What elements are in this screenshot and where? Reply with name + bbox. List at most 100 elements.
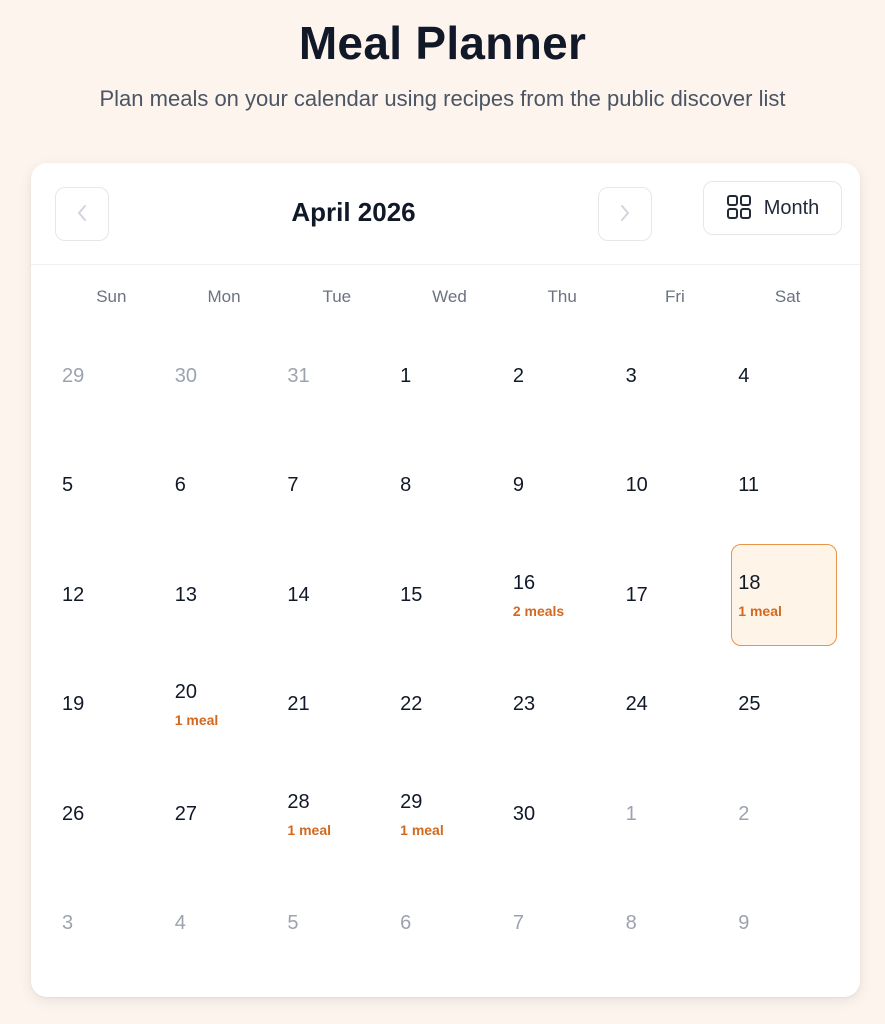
calendar-day-cell[interactable]: 5 [55,431,168,541]
calendar-day-cell[interactable]: 16 2 meals [506,540,619,650]
weekday-label: Sat [774,287,801,306]
day-number: 7 [287,474,299,497]
weekday-header-row: Sun Mon Tue Wed Thu Fri Sat [55,287,844,315]
calendar-day-cell[interactable]: 23 [506,650,619,760]
day-number: 1 [400,364,412,387]
day-number: 28 [287,790,310,813]
calendar-day-cell[interactable]: 6 [168,431,281,541]
calendar-day-cell[interactable]: 1 [393,321,506,431]
calendar-day-cell[interactable]: 29 [55,321,168,431]
calendar-day-cell[interactable]: 5 [280,869,393,979]
meal-count-badge: 1 meal [738,602,782,619]
calendar-day-cell[interactable]: 15 [393,540,506,650]
day-number: 16 [512,571,536,594]
calendar-day-cell[interactable]: 31 [280,321,393,431]
meal-planner-page: Meal Planner Plan meals on your calendar… [0,0,885,1024]
day-number: 14 [287,583,310,606]
calendar-day-cell[interactable]: 12 [55,540,168,650]
view-toggle-button[interactable]: Month [703,181,842,235]
calendar-day-cell[interactable]: 9 [506,431,619,541]
meal-count-badge: 1 meal [174,712,219,729]
calendar-grid: 29 30 31 1 2 3 4 5 6 7 8 9 10 11 12 13 14 15 16 2 meals 17 18… [55,321,844,978]
calendar-day-cell[interactable]: 4 [731,321,844,431]
calendar-header: April 2026 Month [31,163,860,265]
day-number: 2 [738,802,750,825]
day-number: 10 [625,474,648,497]
day-number: 6 [174,474,186,497]
day-number: 8 [625,912,637,935]
grid-icon [726,194,752,223]
previous-month-button[interactable] [55,187,109,241]
page-subtitle: Plan meals on your calendar using recipe… [99,86,786,111]
day-number: 20 [174,681,197,704]
day-number: 26 [62,802,85,825]
calendar-day-cell[interactable]: 4 [168,869,281,979]
next-month-button[interactable] [598,187,652,241]
calendar-day-cell[interactable]: 9 [731,869,844,979]
calendar-day-cell[interactable]: 3 [619,321,732,431]
calendar-day-cell[interactable]: 13 [168,540,281,650]
day-number: 30 [174,364,197,387]
calendar-card: April 2026 Month Sun Mon Tue Wed Thu Fri… [31,163,860,997]
calendar-day-cell[interactable]: 2 [731,759,844,869]
day-number: 2 [512,364,524,387]
day-number: 4 [738,364,750,387]
calendar-day-cell[interactable]: 28 1 meal [280,759,393,869]
day-number: 5 [287,912,299,935]
calendar-day-cell[interactable]: 22 [393,650,506,760]
weekday-label: Thu [547,287,577,306]
calendar-day-cell-selected[interactable]: 18 1 meal [731,544,838,646]
calendar-day-cell[interactable]: 29 1 meal [393,759,506,869]
calendar-day-cell[interactable]: 30 [168,321,281,431]
weekday-label: Wed [432,287,467,306]
day-number: 29 [62,364,85,387]
day-number: 25 [738,693,761,716]
meal-count-badge: 1 meal [400,821,444,838]
calendar-day-cell[interactable]: 25 [731,650,844,760]
calendar-day-cell[interactable]: 3 [55,869,168,979]
calendar-day-cell[interactable]: 27 [168,759,281,869]
day-number: 13 [174,583,197,606]
day-number: 9 [512,474,524,497]
calendar-day-cell[interactable]: 7 [506,869,619,979]
calendar-day-cell[interactable]: 1 [619,759,732,869]
current-month-label: April 2026 [291,197,416,227]
day-number: 24 [625,693,648,716]
day-number: 5 [62,474,74,497]
day-number: 22 [400,693,423,716]
calendar-day-cell[interactable]: 24 [619,650,732,760]
day-number: 30 [512,802,536,825]
day-number: 6 [400,912,412,935]
day-number: 3 [62,912,74,935]
weekday-label: Tue [322,287,352,306]
calendar-day-cell[interactable]: 11 [731,431,844,541]
calendar-day-cell[interactable]: 6 [393,869,506,979]
day-number: 19 [62,693,85,716]
day-number: 8 [400,474,412,497]
day-number: 3 [625,364,637,387]
weekday-label: Sun [96,287,127,306]
weekday-label: Fri [665,287,685,306]
calendar-day-cell[interactable]: 14 [280,540,393,650]
calendar-day-cell[interactable]: 30 [506,759,619,869]
calendar-day-cell[interactable]: 19 [55,650,168,760]
weekday-label: Mon [207,287,241,306]
calendar-day-cell[interactable]: 20 1 meal [168,650,281,760]
day-number: 18 [738,571,761,594]
calendar-day-cell[interactable]: 17 [619,540,732,650]
calendar-day-cell[interactable]: 26 [55,759,168,869]
view-toggle-label: Month [763,196,820,219]
day-number: 15 [400,583,423,606]
calendar-day-cell[interactable]: 21 [280,650,393,760]
calendar-day-cell[interactable]: 7 [280,431,393,541]
calendar-day-cell[interactable]: 2 [506,321,619,431]
page-title: Meal Planner [298,17,587,69]
calendar-day-cell[interactable]: 10 [619,431,732,541]
day-number: 27 [174,802,197,825]
meal-count-badge: 1 meal [287,821,332,838]
day-number: 11 [738,474,760,497]
day-number: 1 [625,802,637,825]
calendar-day-cell[interactable]: 8 [393,431,506,541]
day-number: 12 [62,583,85,606]
calendar-day-cell[interactable]: 8 [619,869,732,979]
